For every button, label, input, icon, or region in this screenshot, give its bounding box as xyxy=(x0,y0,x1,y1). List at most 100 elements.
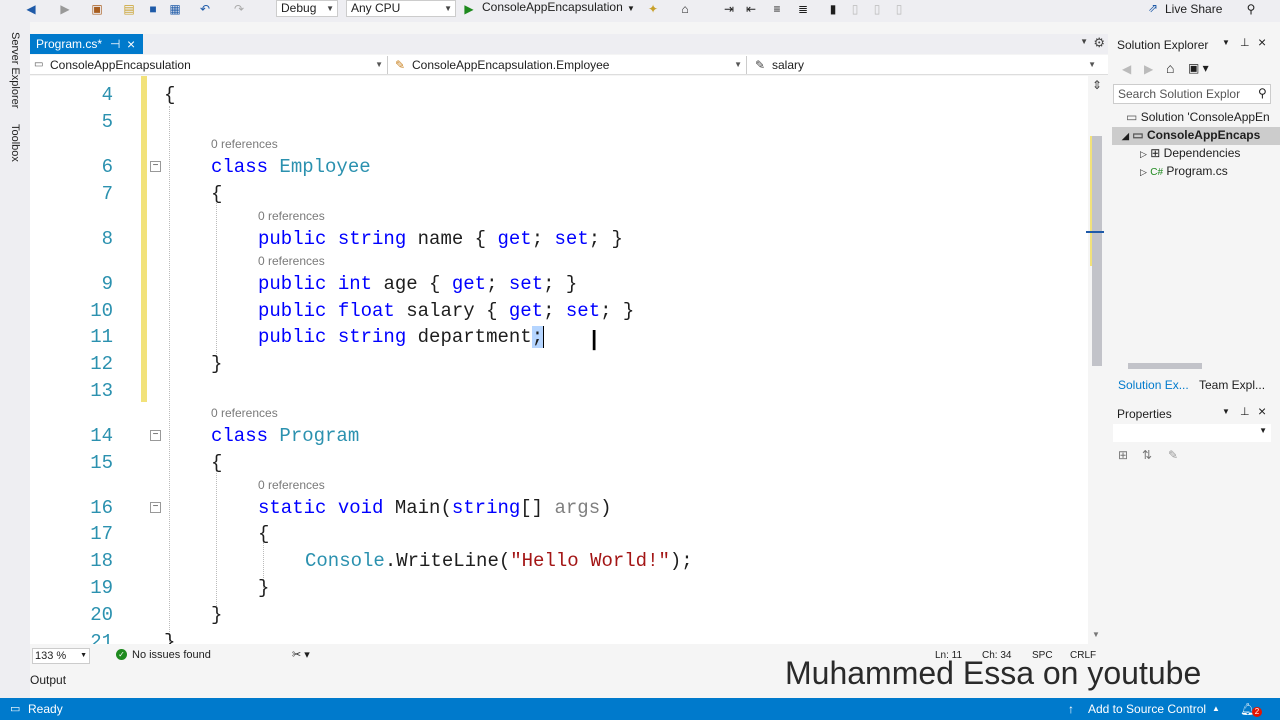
pin-icon[interactable]: ⊥ xyxy=(1240,36,1250,49)
object-select[interactable]: ▼ xyxy=(1113,424,1271,442)
codelens-references[interactable]: 0 references xyxy=(211,137,278,151)
pin-icon[interactable]: ⊣ xyxy=(110,34,120,54)
member-dropdown[interactable]: ✎ salary ▼ xyxy=(752,56,1100,74)
member-value: salary xyxy=(772,58,805,72)
close-icon[interactable]: × xyxy=(1258,34,1266,50)
chevron-down-icon: ▼ xyxy=(80,652,87,659)
codelens-references[interactable]: 0 references xyxy=(258,478,325,492)
left-tool-strip: Server Explorer Toolbox xyxy=(0,22,30,698)
platform-select[interactable]: Any CPU ▼ xyxy=(346,0,456,17)
chevron-down-icon[interactable]: ▼ xyxy=(1092,630,1100,639)
panel-title: Solution Explorer xyxy=(1117,38,1209,52)
pin-icon[interactable]: ⊥ xyxy=(1240,405,1250,418)
line-number: 18 xyxy=(90,550,113,572)
chevron-down-icon[interactable]: ▼ xyxy=(624,2,638,16)
tab-solution-explorer[interactable]: Solution Ex... xyxy=(1118,378,1189,392)
live-share-button[interactable]: Live Share xyxy=(1165,2,1222,16)
tree-item-file[interactable]: ▷ C# Program.cs xyxy=(1140,164,1228,178)
categorized-icon[interactable]: ⊞ xyxy=(1118,448,1128,462)
issues-status[interactable]: No issues found xyxy=(132,649,211,661)
close-icon[interactable]: × xyxy=(127,34,135,54)
uncomment-icon[interactable]: ≣ xyxy=(796,2,810,16)
horizontal-scrollbar[interactable] xyxy=(1118,362,1268,370)
alphabetical-icon[interactable]: ⇅ xyxy=(1142,448,1152,462)
indent-guide xyxy=(216,200,217,360)
codelens-references[interactable]: 0 references xyxy=(258,254,325,268)
collapse-icon[interactable]: − xyxy=(150,161,161,172)
line-number: 19 xyxy=(90,577,113,599)
watermark-text: Muhammed Essa on youtube xyxy=(785,655,1202,691)
search-input[interactable]: Search Solution Explor xyxy=(1113,84,1271,104)
project-value: ConsoleAppEncapsulation xyxy=(50,58,191,72)
configuration-select[interactable]: Debug ▼ xyxy=(276,0,338,17)
type-dropdown[interactable]: ✎ ConsoleAppEncapsulation.Employee ▼ xyxy=(392,56,747,74)
scrollbar-thumb[interactable] xyxy=(1128,363,1202,369)
chevron-down-icon[interactable]: ▼ xyxy=(1222,407,1230,416)
bookmark-prev-icon[interactable]: ▯ xyxy=(848,2,862,16)
save-all-icon[interactable]: ▦ xyxy=(168,2,182,16)
bookmark-next-icon[interactable]: ▯ xyxy=(870,2,884,16)
redo-icon[interactable]: ↷ xyxy=(232,2,246,16)
forward-icon[interactable]: ▶ xyxy=(58,2,72,16)
toolbox-tab[interactable]: Toolbox xyxy=(9,124,21,162)
comment-icon[interactable]: ≡ xyxy=(770,2,784,16)
zoom-select[interactable]: 133 % ▼ xyxy=(32,648,90,664)
tree-item-solution[interactable]: ▭ Solution 'ConsoleAppEn xyxy=(1126,110,1270,124)
close-icon[interactable]: × xyxy=(1258,403,1266,419)
bookmark-icon[interactable]: ▮ xyxy=(826,2,840,16)
code-line: } xyxy=(211,353,223,375)
chevron-down-icon: ▼ xyxy=(326,4,334,13)
switch-view-icon[interactable]: ▣ ▾ xyxy=(1188,61,1209,75)
split-icon[interactable]: ⇕ xyxy=(1092,78,1102,92)
save-icon[interactable]: ■ xyxy=(146,2,160,16)
bookmark-folder-icon[interactable]: ▯ xyxy=(892,2,906,16)
status-text: Ready xyxy=(28,702,63,716)
codelens-references[interactable]: 0 references xyxy=(258,209,325,223)
code-line: class Program xyxy=(211,425,360,447)
scrollbar-thumb[interactable] xyxy=(1092,136,1102,366)
collapse-icon[interactable]: − xyxy=(150,430,161,441)
server-explorer-tab[interactable]: Server Explorer xyxy=(9,32,21,108)
step-icon[interactable]: ⇥ xyxy=(722,2,736,16)
tree-item-dependencies[interactable]: ▷ ⊞ Dependencies xyxy=(1140,146,1240,160)
gear-icon[interactable]: ⚙ xyxy=(1093,35,1105,51)
search-icon[interactable]: ⚲ xyxy=(1258,86,1267,100)
forward-icon[interactable]: ▶ xyxy=(1144,62,1153,76)
start-icon[interactable]: ▶ xyxy=(462,2,476,16)
new-project-icon[interactable]: ▣ xyxy=(90,2,104,16)
code-editor[interactable]: 4 5 6 7 8 9 10 11 12 13 14 15 16 17 18 1… xyxy=(30,76,1088,644)
codelens-references[interactable]: 0 references xyxy=(211,406,278,420)
back-icon[interactable]: ◀ xyxy=(1122,62,1131,76)
collapse-icon[interactable]: − xyxy=(150,502,161,513)
chevron-down-icon[interactable]: ▼ xyxy=(1222,38,1230,47)
open-folder-icon[interactable]: ▤ xyxy=(122,2,136,16)
home-icon[interactable]: ⌂ xyxy=(1166,60,1174,76)
browser-link-icon[interactable]: ⌂ xyxy=(678,2,692,16)
type-value: ConsoleAppEncapsulation.Employee xyxy=(412,58,610,72)
brush-icon[interactable]: ✂ ▾ xyxy=(292,648,310,661)
tree-item-label: ConsoleAppEncaps xyxy=(1146,128,1261,142)
chevron-down-icon: ▼ xyxy=(1088,60,1096,69)
tree-item-label: Solution 'ConsoleAppEn xyxy=(1140,110,1270,124)
start-button[interactable]: ConsoleAppEncapsulation xyxy=(482,0,623,15)
chevron-down-icon[interactable]: ▼ xyxy=(1080,37,1088,46)
panel-title: Properties xyxy=(1117,407,1172,421)
dependencies-icon: ⊞ xyxy=(1150,146,1161,160)
zoom-value: 133 % xyxy=(35,650,67,662)
hot-reload-icon[interactable]: ✦ xyxy=(646,2,660,16)
feedback-icon[interactable]: ⚲ xyxy=(1244,2,1258,16)
tab-program-cs[interactable]: Program.cs* ⊣ × xyxy=(30,34,143,54)
source-control-button[interactable]: Add to Source Control xyxy=(1088,698,1206,720)
break-icon[interactable]: ⇤ xyxy=(744,2,758,16)
editor-scrollbar[interactable]: ⇕ ▼ xyxy=(1086,76,1108,644)
tree-item-project[interactable]: ◢ ▭ ConsoleAppEncaps xyxy=(1122,128,1260,142)
project-dropdown[interactable]: ▭ ConsoleAppEncapsulation ▼ xyxy=(30,56,388,74)
tab-team-explorer[interactable]: Team Expl... xyxy=(1199,378,1265,392)
tree-item-label: Dependencies xyxy=(1163,146,1241,160)
back-icon[interactable]: ◀ xyxy=(24,2,38,16)
line-number: 15 xyxy=(90,452,113,474)
tab-output[interactable]: Output xyxy=(30,670,90,690)
line-number: 20 xyxy=(90,604,113,626)
undo-icon[interactable]: ↶ xyxy=(198,2,212,16)
property-pages-icon[interactable]: ✎ xyxy=(1168,448,1178,462)
